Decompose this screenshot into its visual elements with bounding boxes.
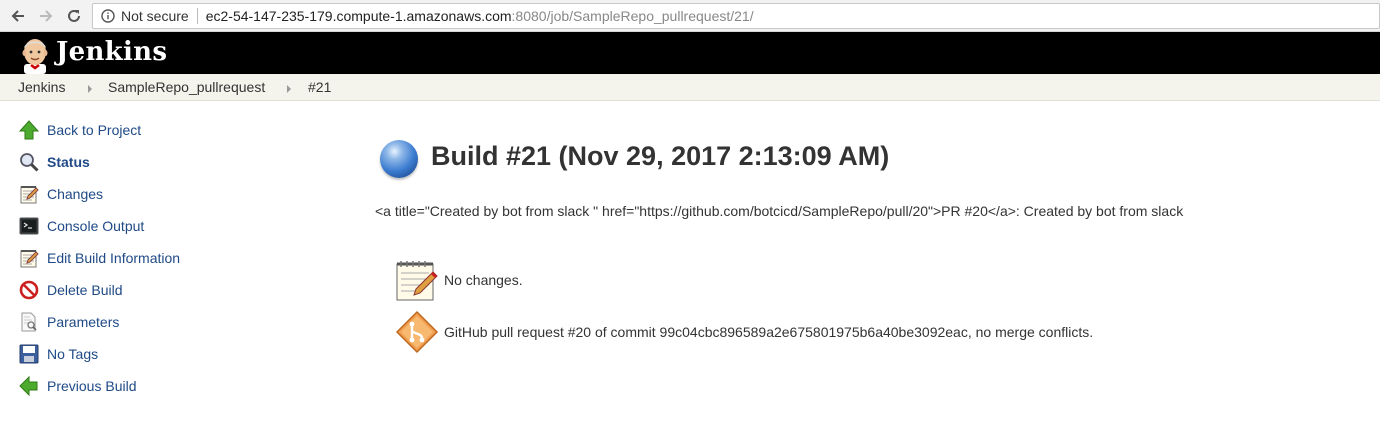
sidebar-item-no-tags[interactable]: No Tags: [18, 343, 98, 365]
breadcrumb-build[interactable]: #21: [308, 79, 331, 95]
notepad-icon: [18, 183, 40, 205]
pull-request-summary: GitHub pull request #20 of commit 99c04c…: [394, 309, 1093, 355]
sidebar-item-label: Parameters: [47, 314, 120, 330]
sidebar-item-back-to-project[interactable]: Back to Project: [18, 119, 141, 141]
left-arrow-icon: [18, 375, 40, 397]
back-arrow-icon[interactable]: [8, 6, 28, 26]
forward-arrow-icon[interactable]: [36, 6, 56, 26]
blue-ball-status-icon: [380, 140, 418, 178]
notepad-icon: [18, 247, 40, 269]
sidebar-item-label: Delete Build: [47, 282, 123, 298]
up-arrow-icon: [18, 119, 40, 141]
sidebar-item-label: Edit Build Information: [47, 250, 181, 266]
url-divider: [196, 8, 198, 24]
page-title: Build #21 (Nov 29, 2017 2:13:09 AM): [431, 141, 890, 171]
pull-request-text: GitHub pull request #20 of commit 99c04c…: [444, 324, 1094, 340]
sidebar-item-label: No Tags: [47, 346, 99, 362]
jenkins-butler-logo-icon[interactable]: [18, 36, 52, 74]
notepad-icon: [394, 257, 440, 303]
browser-toolbar: Not secure ec2-54-147-235-179.compute-1.…: [0, 0, 1380, 32]
sidebar-item-console-output[interactable]: Console Output: [18, 215, 144, 237]
magnifier-icon: [18, 151, 40, 173]
document-search-icon: [18, 311, 40, 333]
sidebar-item-label: Console Output: [47, 218, 145, 234]
breadcrumb: Jenkins SampleRepo_pullrequest #21: [0, 74, 1380, 101]
breadcrumb-arrow-icon[interactable]: [287, 85, 291, 93]
url-host: ec2-54-147-235-179.compute-1.amazonaws.c…: [205, 8, 512, 24]
address-bar[interactable]: Not secure ec2-54-147-235-179.compute-1.…: [92, 3, 1380, 29]
terminal-icon: [18, 215, 40, 237]
no-entry-icon: [18, 279, 40, 301]
url-path: :8080/job/SampleRepo_pullrequest/21/: [511, 8, 754, 24]
sidebar-item-label: Previous Build: [47, 378, 137, 394]
sidebar-item-changes[interactable]: Changes: [18, 183, 103, 205]
jenkins-title[interactable]: Jenkins: [56, 37, 167, 67]
sidebar-item-label: Back to Project: [47, 122, 142, 138]
sidebar-item-previous-build[interactable]: Previous Build: [18, 375, 137, 397]
info-icon[interactable]: [97, 9, 119, 23]
security-label: Not secure: [121, 8, 189, 24]
sidebar-item-label: Status: [47, 154, 90, 170]
sidebar-item-delete-build[interactable]: Delete Build: [18, 279, 123, 301]
jenkins-header: Jenkins: [0, 32, 1380, 74]
breadcrumb-project[interactable]: SampleRepo_pullrequest: [108, 79, 265, 95]
changes-text: No changes.: [444, 272, 523, 288]
git-merge-icon: [394, 309, 440, 355]
changes-summary: No changes.: [394, 257, 523, 303]
sidebar-item-label: Changes: [47, 186, 104, 202]
sidebar-item-status[interactable]: Status: [18, 151, 90, 173]
floppy-icon: [18, 343, 40, 365]
breadcrumb-jenkins[interactable]: Jenkins: [18, 79, 65, 95]
sidebar-item-parameters[interactable]: Parameters: [18, 311, 119, 333]
reload-icon[interactable]: [64, 6, 84, 26]
breadcrumb-arrow-icon[interactable]: [88, 85, 92, 93]
sidebar-item-edit-build-information[interactable]: Edit Build Information: [18, 247, 180, 269]
build-description: <a title="Created by bot from slack " hr…: [375, 203, 1184, 219]
